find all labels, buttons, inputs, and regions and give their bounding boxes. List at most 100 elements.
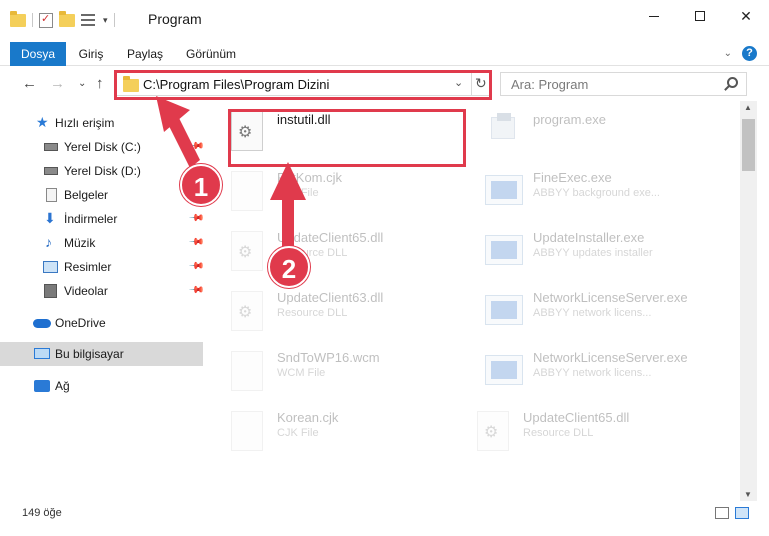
sidebar-item-label: Resimler [64,260,112,274]
file-description: ABBYY updates installer [533,247,653,259]
customize-toolbar-chevron-icon[interactable]: ▾ [103,15,108,26]
recent-locations-chevron-icon[interactable]: ⌄ [78,78,86,89]
close-button[interactable]: ✕ [723,0,769,32]
maximize-button[interactable] [677,0,723,32]
view-switcher [715,507,749,519]
sidebar-item-local-disk-d[interactable]: Yerel Disk (D:) [0,159,203,183]
onedrive-icon [33,319,51,328]
search-box[interactable]: Ara: Program [500,72,747,96]
file-highlight-box [228,109,466,167]
music-icon: ♪ [45,234,52,250]
minimize-button[interactable] [631,0,677,32]
sidebar-item-videos[interactable]: Videolar 📌 [0,279,205,303]
sidebar-item-onedrive[interactable]: OneDrive [0,311,203,335]
close-icon: ✕ [740,7,752,24]
sidebar-item-label: Videolar [64,284,108,298]
app-window-icon [485,175,523,205]
sidebar-item-quick-access[interactable]: ★ Hızlı erişim [0,111,203,135]
file-name: UpdateClient63.dll [277,290,384,305]
file-name: NetworkLicenseServer.exe [533,290,688,305]
scroll-down-icon[interactable]: ▼ [744,490,752,499]
list-icon[interactable] [81,13,97,27]
file-item[interactable]: Korean.cjk CJK File [207,401,457,461]
file-name: Korean.cjk [277,410,339,425]
file-item[interactable]: SndToWP16.wcm WCM File [207,341,457,401]
file-item[interactable]: NetworkLicenseServer.exe ABBYY network l… [463,341,713,401]
file-item[interactable]: UpdateInstaller.exe ABBYY updates instal… [463,221,713,281]
large-icons-view-icon[interactable] [735,507,749,519]
window-title: Program [148,11,202,27]
file-item[interactable]: FntKom.cjk CJK File [207,161,457,221]
drive-icon [44,143,58,151]
new-folder-icon[interactable] [59,10,75,27]
file-item[interactable]: UpdateClient65.dll Resource DLL [453,401,703,461]
maximize-icon [695,11,705,21]
file-name: FineExec.exe [533,170,612,185]
search-icon[interactable] [727,77,738,88]
videos-icon [44,284,57,298]
dll-gear-icon [477,411,509,451]
file-description: ABBYY background exe... [533,187,660,199]
pin-icon[interactable]: 📌 [188,234,205,251]
sidebar-item-label: Yerel Disk (C:) [64,140,141,154]
sidebar-item-pictures[interactable]: Resimler 📌 [0,255,205,279]
sidebar-item-label: İndirmeler [64,212,118,226]
scroll-thumb[interactable] [742,119,755,171]
downloads-icon: ⬇ [44,210,56,226]
sidebar-item-local-disk-c[interactable]: Yerel Disk (C:) 📌 [0,135,205,159]
sidebar-item-label: Hızlı erişim [55,116,115,130]
back-arrow-icon[interactable]: ← [22,75,37,92]
title-bar: ▾ Program ✕ [0,0,769,40]
file-description: CJK File [277,427,319,439]
properties-check-icon[interactable] [39,12,53,28]
sidebar-item-network[interactable]: Ağ [0,374,203,398]
step-badge-1: 1 [180,164,222,206]
sidebar-item-music[interactable]: ♪ Müzik 📌 [0,231,205,255]
file-icon [231,171,263,211]
vertical-scrollbar[interactable]: ▲ ▼ [740,101,757,501]
file-description: ABBYY network licens... [533,307,652,319]
sidebar-item-this-pc[interactable]: Bu bilgisayar [0,342,203,366]
tab-gorunum[interactable]: Görünüm [182,42,240,66]
forward-arrow-icon[interactable]: → [50,75,65,92]
help-icon[interactable]: ? [742,46,757,61]
pin-icon[interactable]: 📌 [188,258,205,275]
sidebar-item-downloads[interactable]: ⬇ İndirmeler 📌 [0,207,205,231]
dll-gear-icon [231,291,263,331]
file-description: Resource DLL [277,307,348,319]
sidebar-item-label: Ağ [55,379,70,393]
search-input[interactable]: Ara: Program [511,77,588,92]
file-item[interactable]: program.exe [463,101,713,161]
pin-icon[interactable]: 📌 [188,282,205,299]
file-item[interactable]: FineExec.exe ABBYY background exe... [463,161,713,221]
window-controls: ✕ [631,0,769,32]
this-pc-icon [34,348,50,359]
tab-giris[interactable]: Giriş [74,42,108,66]
file-name: SndToWP16.wcm [277,350,380,365]
documents-icon [46,188,57,202]
pin-icon[interactable]: 📌 [188,138,205,155]
file-description: CJK File [277,187,319,199]
tab-paylas[interactable]: Paylaş [122,42,168,66]
exe-icon [489,113,519,143]
file-item[interactable]: UpdateClient65.dll Resource DLL [207,221,457,281]
up-arrow-icon[interactable]: ↑ [96,75,104,92]
file-item[interactable]: NetworkLicenseServer.exe ABBYY network l… [463,281,713,341]
app-window-icon [485,295,523,325]
network-icon [34,380,50,392]
details-view-icon[interactable] [715,507,729,519]
ribbon-help-area: ⌄ ? [724,46,757,61]
app-window-icon [485,235,523,265]
sidebar-item-label: Müzik [64,236,96,250]
pin-icon[interactable]: 📌 [188,210,205,227]
tab-dosya[interactable]: Dosya [10,42,66,66]
quick-access-toolbar: ▾ [10,10,115,30]
sidebar-item-documents[interactable]: Belgeler 📌 [0,183,205,207]
ribbon-collapse-chevron-icon[interactable]: ⌄ [724,48,732,59]
file-icon [231,351,263,391]
file-item[interactable]: UpdateClient63.dll Resource DLL [207,281,457,341]
app-window-icon [485,355,523,385]
file-name: FntKom.cjk [277,170,343,185]
file-name: UpdateClient65.dll [523,410,630,425]
scroll-up-icon[interactable]: ▲ [744,103,752,112]
